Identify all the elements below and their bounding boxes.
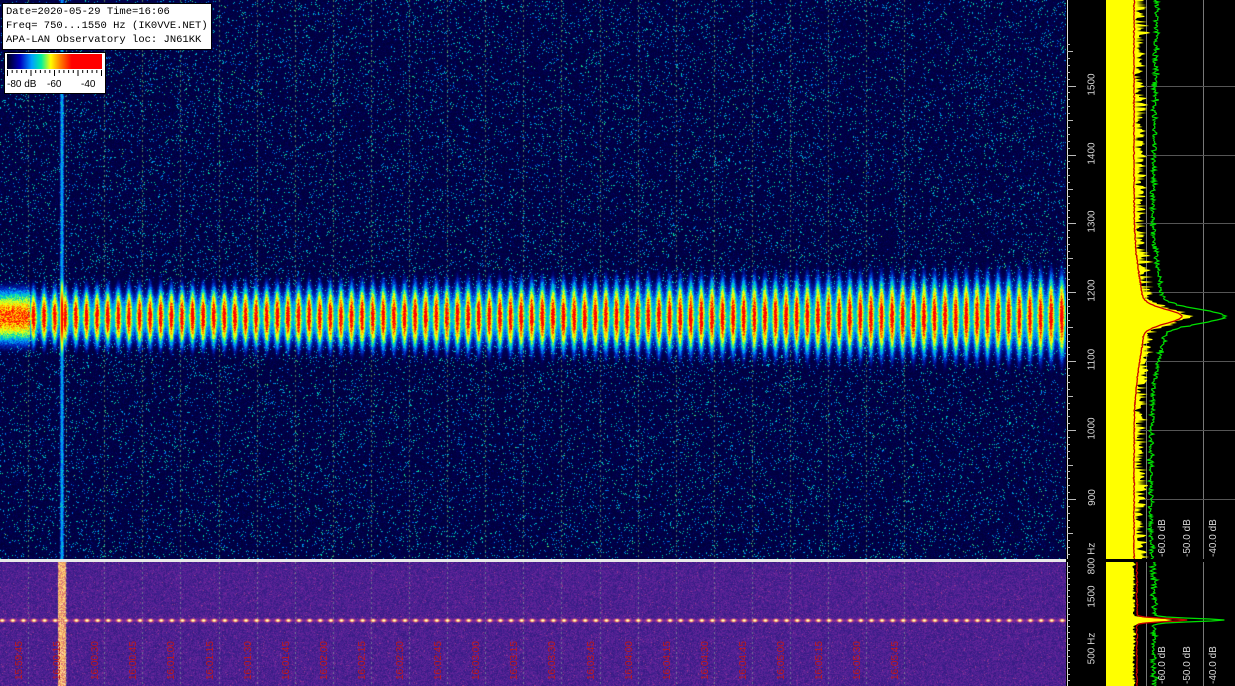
spectrum-db-label: -40.0 dB — [1208, 519, 1219, 557]
spectrum-panel: -60.0 dB -50.0 dB -40.0 dB -60.0 dB -50.0 dB… — [1106, 0, 1235, 686]
time-label: 16:04:30 — [700, 641, 711, 680]
wide-spectrum-db-label: -50.0 dB — [1182, 646, 1193, 684]
time-label: 16:05:00 — [776, 641, 787, 680]
frequency-label: 800 Hz — [1086, 542, 1098, 575]
time-label: 16:00:15 — [52, 641, 63, 680]
time-label: 16:03:30 — [547, 641, 558, 680]
time-label: 16:03:45 — [586, 641, 597, 680]
time-label: 16:00:45 — [128, 641, 139, 680]
frequency-label: 900 — [1086, 489, 1098, 506]
time-label: 16:01:15 — [205, 641, 216, 680]
wide-spectrum-db-label: -40.0 dB — [1208, 646, 1219, 684]
legend-label-mid: -60 — [47, 79, 62, 90]
time-label: 16:01:00 — [166, 641, 177, 680]
time-label: 16:05:15 — [814, 641, 825, 680]
legend-label-max: -40 — [81, 79, 96, 90]
frequency-label: 1500 — [1086, 72, 1098, 96]
frequency-label: 1100 — [1086, 348, 1098, 371]
time-label: 16:05:30 — [852, 641, 863, 680]
time-label: 16:02:00 — [319, 641, 330, 680]
time-label: 16:03:15 — [509, 641, 520, 680]
color-gradient-bar — [7, 54, 102, 69]
wide-spectrum-db-label: -60.0 dB — [1157, 646, 1168, 684]
frequency-label: 1000 — [1086, 417, 1098, 440]
wide-frequency-label: 1500 — [1086, 585, 1098, 608]
spectrum-plot — [1106, 0, 1235, 559]
time-label: 16:02:15 — [357, 641, 368, 680]
time-label: 16:05:45 — [890, 641, 901, 680]
time-label: 16:04:45 — [738, 641, 749, 680]
frequency-scale: 1500 1400 1300 1200 1100 1000 900 800 Hz 1500 500… — [1066, 0, 1106, 686]
average-spectrum-fill — [1106, 0, 1194, 559]
time-label: 16:01:45 — [281, 641, 292, 680]
frequency-range-text: Freq= 750...1550 Hz (IK0VVE.NET) — [6, 20, 208, 32]
legend-ticks — [7, 70, 102, 76]
legend-label-min: -80 dB — [7, 79, 37, 90]
time-label: 16:04:15 — [662, 641, 673, 680]
time-label: 16:04:00 — [624, 641, 635, 680]
spectrogram-app: Date=2020-05-29 Time=16:06 Freq= 750...1… — [0, 0, 1235, 686]
time-label: 16:03:00 — [471, 641, 482, 680]
frequency-label: 1400 — [1086, 141, 1098, 165]
time-label: 15:59:45 — [14, 641, 25, 680]
spectrum-db-label: -60.0 dB — [1157, 519, 1168, 557]
observatory-text: APA-LAN Observatory loc: JN61KK — [6, 34, 202, 46]
wide-frequency-label: 500 Hz — [1086, 632, 1098, 665]
spectrum-db-label: -50.0 dB — [1182, 519, 1193, 557]
main-waterfall-spectrogram — [0, 0, 1066, 559]
wide-band-waterfall — [0, 562, 1066, 686]
time-label: 16:02:30 — [395, 641, 406, 680]
frequency-scale-ticks — [1067, 0, 1076, 686]
peak-spectrum-line — [1145, 0, 1228, 559]
frequency-label: 1300 — [1086, 210, 1098, 234]
time-label: 16:02:45 — [433, 641, 444, 680]
frequency-label: 1200 — [1086, 279, 1098, 302]
time-label: 16:01:30 — [243, 641, 254, 680]
time-label: 16:00:30 — [90, 641, 101, 680]
color-scale-legend: -80 dB -60 -40 — [4, 52, 106, 94]
info-box: Date=2020-05-29 Time=16:06 Freq= 750...1… — [2, 3, 212, 50]
date-time-text: Date=2020-05-29 Time=16:06 — [6, 6, 170, 18]
